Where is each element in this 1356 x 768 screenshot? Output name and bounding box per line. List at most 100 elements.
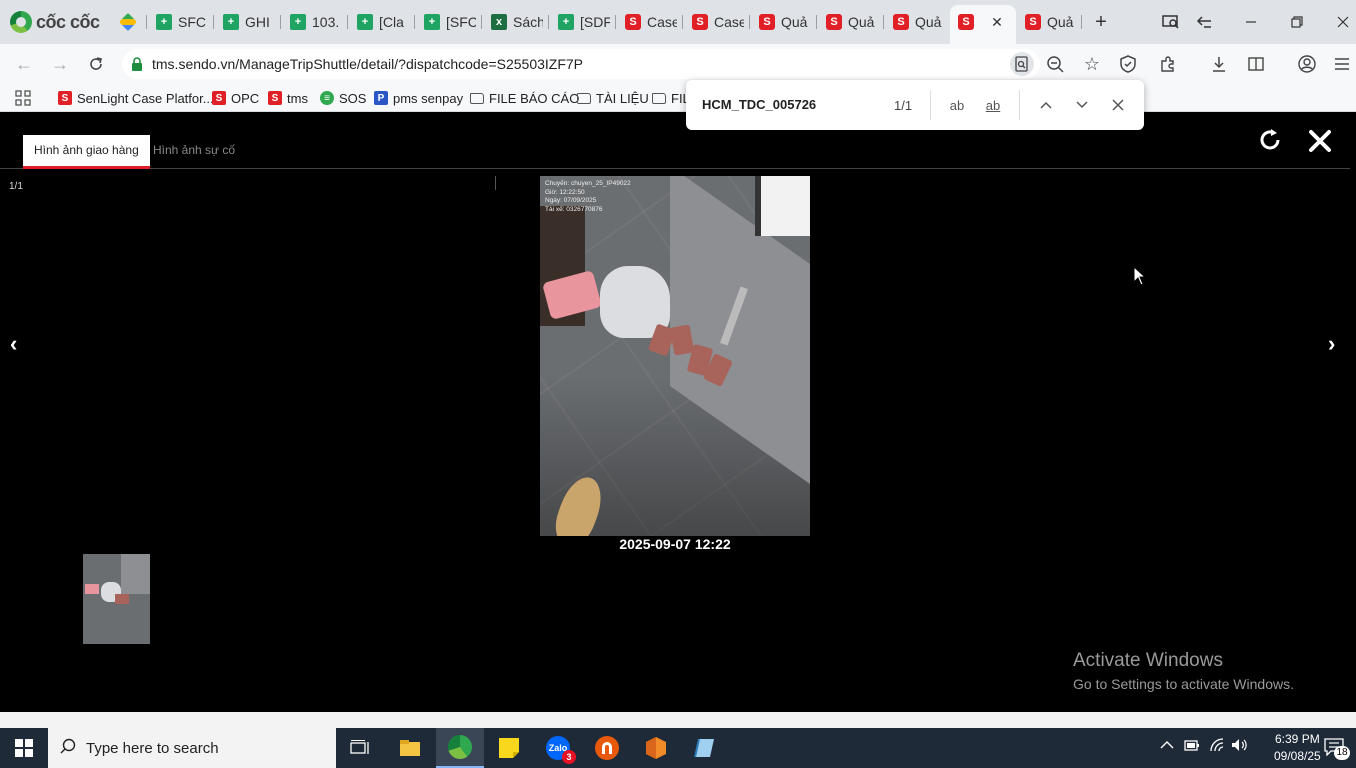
app-orange-icon[interactable]	[632, 728, 680, 768]
tab-separator	[481, 15, 482, 29]
bookmark-folder-file-bao-cao[interactable]: FILE BÁO CÁO	[470, 88, 579, 108]
tab-sendo-qua-1[interactable]: S Quả	[759, 9, 811, 35]
tab-drive[interactable]	[120, 9, 136, 35]
folder-icon	[577, 92, 591, 104]
tab-sheet-sdf[interactable]: + [SDF	[558, 9, 610, 35]
task-view-icon[interactable]	[336, 728, 384, 768]
overlay-date: Ngày: 07/09/2025	[545, 197, 597, 204]
url-bar[interactable]: tms.sendo.vn/ManageTripShuttle/detail/?d…	[122, 49, 1040, 79]
close-viewer-icon[interactable]	[1306, 127, 1334, 155]
notification-center-icon[interactable]: 18	[1320, 736, 1350, 760]
ultraviewer-icon[interactable]	[583, 728, 631, 768]
tab-sendo-qua-4[interactable]: S Quả	[1025, 9, 1075, 35]
bookmark-tms[interactable]: Stms	[268, 88, 308, 108]
notification-count-badge: 18	[1334, 746, 1350, 760]
bookmark-label: pms senpay	[393, 90, 464, 106]
find-in-page-icon[interactable]	[1010, 52, 1034, 76]
bookmark-senlight[interactable]: S SenLight Case Platfor...	[58, 88, 214, 108]
tab-close-icon[interactable]: ✕	[985, 10, 1009, 34]
delivery-photo[interactable]: Chuyến: chuyen_25_IP49022 Giờ: 12:22:50 …	[540, 176, 810, 536]
reload-icon[interactable]	[84, 52, 108, 76]
bookmark-sos[interactable]: ≡ SOS	[320, 88, 366, 108]
bookmark-star-icon[interactable]: ☆	[1080, 52, 1104, 76]
profile-icon[interactable]	[1295, 52, 1319, 76]
back-history-icon[interactable]	[1193, 10, 1217, 34]
folder-icon	[470, 92, 484, 104]
wifi-icon[interactable]	[1209, 738, 1225, 755]
sendo-icon: S	[692, 14, 708, 30]
tab-excel-sach[interactable]: x Sách	[491, 9, 543, 35]
taskbar-search-box[interactable]: Type here to search	[48, 728, 336, 768]
coccoc-brand[interactable]: cốc cốc	[10, 9, 100, 35]
previous-image-arrow[interactable]: ‹	[10, 331, 17, 357]
show-hidden-icons-chevron-icon[interactable]	[1160, 738, 1174, 753]
photo-window	[755, 176, 810, 236]
sticky-notes-icon[interactable]	[485, 728, 533, 768]
app-notebook-icon[interactable]	[681, 728, 729, 768]
tab-sheet-sfc2[interactable]: + [SFC	[424, 9, 476, 35]
match-case-toggle[interactable]: ab	[945, 93, 969, 117]
tab-sheet-cla[interactable]: + [Cla	[357, 9, 409, 35]
tab-sheet-sfc[interactable]: + SFC	[156, 9, 208, 35]
bookmark-folder-tai-lieu[interactable]: TÀI LIỆU	[577, 88, 649, 108]
download-icon[interactable]	[1207, 52, 1231, 76]
zoom-out-icon[interactable]	[1043, 52, 1067, 76]
photo-thumbnail[interactable]	[83, 554, 150, 644]
system-clock[interactable]: 6:39 PM 09/08/25	[1274, 731, 1321, 765]
menu-hamburger-icon[interactable]	[1330, 52, 1354, 76]
close-window-icon[interactable]	[1331, 10, 1355, 34]
tab-delivery-images[interactable]: Hình ảnh giao hàng	[23, 135, 150, 169]
restore-icon[interactable]	[1285, 10, 1309, 34]
minimize-icon[interactable]	[1239, 10, 1263, 34]
find-next-chevron-down-icon[interactable]	[1070, 93, 1094, 117]
divider	[495, 176, 496, 190]
bookmark-opc[interactable]: S OPC	[212, 88, 259, 108]
rotate-icon[interactable]	[1258, 127, 1284, 153]
battery-icon[interactable]	[1184, 738, 1200, 755]
tab-sendo-case-1[interactable]: S Case	[625, 9, 677, 35]
google-sheets-icon: +	[558, 14, 574, 30]
find-query-input[interactable]: HCM_TDC_005726	[702, 97, 816, 112]
browser-tab-strip: cốc cốc + SFC + GHI +103. + [Cla + [SFC x Sác…	[0, 0, 1356, 44]
watermark-subtitle: Go to Settings to activate Windows.	[1073, 676, 1294, 692]
zalo-badge: 3	[562, 750, 576, 764]
whole-word-toggle[interactable]: ab	[981, 93, 1005, 117]
zalo-icon[interactable]: Zalo 3	[534, 728, 582, 768]
remote-logo-icon	[595, 736, 619, 760]
sendo-icon: S	[893, 14, 909, 30]
divider	[1019, 90, 1020, 120]
tab-sheet-ghi[interactable]: + GHI	[223, 9, 275, 35]
file-explorer-icon[interactable]	[386, 728, 434, 768]
tab-search-icon[interactable]	[1159, 10, 1183, 34]
tab-incident-images[interactable]: Hình ảnh sự cố	[142, 135, 246, 169]
shield-icon[interactable]	[1116, 52, 1140, 76]
tab-active-sendo[interactable]: S	[958, 9, 974, 35]
bookmark-folder-fil[interactable]: FIL	[652, 88, 690, 108]
sidebar-toggle-icon[interactable]	[1244, 52, 1268, 76]
clock-date: 09/08/25	[1274, 749, 1321, 763]
tab-sheet-103[interactable]: +103.	[290, 9, 342, 35]
google-drive-icon	[120, 12, 136, 32]
tab-label: [Cla	[379, 14, 404, 30]
back-arrow-icon[interactable]: ←	[12, 52, 36, 76]
bookmark-label: FILE BÁO CÁO	[489, 90, 580, 106]
next-image-arrow[interactable]: ›	[1328, 331, 1335, 357]
tab-sendo-case-2[interactable]: S Case	[692, 9, 744, 35]
tab-sendo-qua-2[interactable]: S Quả	[826, 9, 878, 35]
tab-sendo-qua-3[interactable]: S Quả	[893, 9, 945, 35]
new-tab-plus-icon[interactable]: +	[1089, 10, 1113, 34]
url-text[interactable]: tms.sendo.vn/ManageTripShuttle/detail/?d…	[152, 56, 583, 72]
find-previous-chevron-up-icon[interactable]	[1034, 93, 1058, 117]
divider	[930, 90, 931, 120]
coccoc-taskbar-icon[interactable]	[436, 728, 484, 768]
windows-start-icon[interactable]	[0, 728, 48, 768]
extensions-puzzle-icon[interactable]	[1156, 52, 1180, 76]
volume-icon[interactable]	[1231, 738, 1249, 755]
forward-arrow-icon[interactable]: →	[48, 52, 72, 76]
secure-lock-icon[interactable]	[130, 56, 144, 72]
coccoc-logo-icon	[10, 11, 32, 33]
bookmark-pms-senpay[interactable]: Ppms senpay	[374, 88, 463, 108]
find-close-icon[interactable]	[1106, 93, 1130, 117]
search-icon	[60, 738, 76, 759]
apps-grid-icon[interactable]	[14, 88, 32, 108]
